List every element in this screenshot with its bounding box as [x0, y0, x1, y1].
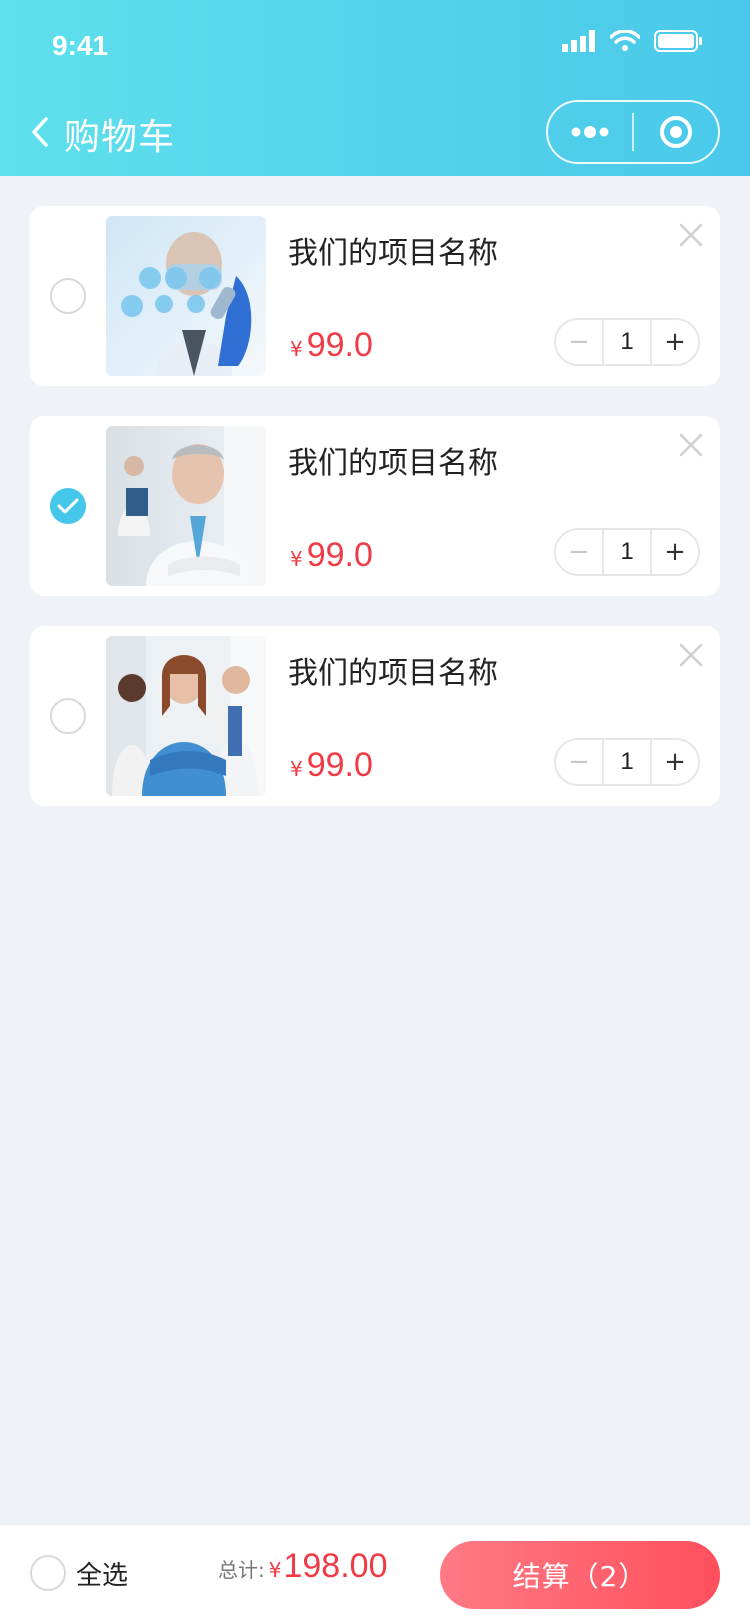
increase-quantity-button[interactable]: +: [652, 740, 698, 784]
item-price: ¥ 99.0: [290, 746, 373, 785]
remove-item-button[interactable]: [678, 432, 704, 458]
item-image[interactable]: [106, 426, 266, 586]
currency-symbol: ¥: [290, 757, 303, 781]
decrease-quantity-button[interactable]: −: [556, 740, 602, 784]
close-miniapp-button[interactable]: [634, 102, 718, 162]
price-value: 99.0: [306, 536, 373, 574]
wifi-icon: [610, 30, 640, 51]
battery-icon: [654, 30, 702, 52]
quantity-stepper: − 1 +: [554, 528, 700, 576]
increase-quantity-button[interactable]: +: [652, 530, 698, 574]
currency-symbol: ¥: [290, 337, 303, 361]
target-icon: [660, 116, 692, 148]
item-price: ¥ 99.0: [290, 536, 373, 575]
item-name[interactable]: 我们的项目名称: [288, 438, 498, 482]
doctor-lab-tech-photo: [106, 216, 266, 376]
remove-item-button[interactable]: [678, 222, 704, 248]
quantity-stepper: − 1 +: [554, 738, 700, 786]
chevron-left-icon: [32, 117, 48, 147]
total-currency: ¥: [268, 1558, 282, 1582]
header: 9:41 购物车: [0, 0, 750, 176]
remove-item-button[interactable]: [678, 642, 704, 668]
increase-quantity-button[interactable]: +: [652, 320, 698, 364]
item-checkbox[interactable]: [50, 278, 86, 314]
total-label: 总计:: [218, 1558, 265, 1582]
price-value: 99.0: [306, 746, 373, 784]
status-icons: [562, 30, 702, 52]
item-checkbox[interactable]: [50, 698, 86, 734]
page-title: 购物车: [64, 117, 176, 158]
select-all-checkbox[interactable]: [30, 1555, 66, 1591]
quantity-stepper: − 1 +: [554, 318, 700, 366]
more-button[interactable]: [548, 102, 632, 162]
app-root: 9:41 购物车 我们的项目名称 ¥ 99.0 − 1 + 我们的项目名称 ¥ …: [0, 0, 750, 1624]
item-image[interactable]: [106, 216, 266, 376]
total-amount: 198.00: [283, 1547, 388, 1585]
item-checkbox[interactable]: [50, 488, 86, 524]
select-all-label[interactable]: 全选: [76, 1555, 128, 1592]
item-image[interactable]: [106, 636, 266, 796]
back-button[interactable]: [24, 112, 56, 152]
item-name[interactable]: 我们的项目名称: [288, 228, 498, 272]
decrease-quantity-button[interactable]: −: [556, 320, 602, 364]
quantity-value[interactable]: 1: [602, 320, 652, 364]
total-price: 总计: ¥ 198.00: [218, 1547, 387, 1586]
medical-team-photo: [106, 636, 266, 796]
cart-item: 我们的项目名称 ¥ 99.0 − 1 +: [30, 206, 720, 386]
senior-doctor-photo: [106, 426, 266, 586]
currency-symbol: ¥: [290, 547, 303, 571]
checkmark-icon: [57, 498, 79, 514]
price-value: 99.0: [306, 326, 373, 364]
signal-icon: [562, 30, 595, 52]
miniapp-capsule: [546, 100, 720, 164]
item-price: ¥ 99.0: [290, 326, 373, 365]
cart-item: 我们的项目名称 ¥ 99.0 − 1 +: [30, 416, 720, 596]
cart-item: 我们的项目名称 ¥ 99.0 − 1 +: [30, 626, 720, 806]
item-name[interactable]: 我们的项目名称: [288, 648, 498, 692]
quantity-value[interactable]: 1: [602, 530, 652, 574]
bottom-bar: 全选 总计: ¥ 198.00 结算（2）: [0, 1524, 750, 1624]
status-time: 9:41: [52, 30, 109, 61]
close-icon: [679, 223, 703, 247]
checkout-button[interactable]: 结算（2）: [440, 1541, 720, 1609]
more-dots-icon: [571, 126, 609, 138]
cart-list: 我们的项目名称 ¥ 99.0 − 1 + 我们的项目名称 ¥ 99.0 − 1 …: [30, 206, 720, 836]
close-icon: [679, 433, 703, 457]
quantity-value[interactable]: 1: [602, 740, 652, 784]
decrease-quantity-button[interactable]: −: [556, 530, 602, 574]
close-icon: [679, 643, 703, 667]
